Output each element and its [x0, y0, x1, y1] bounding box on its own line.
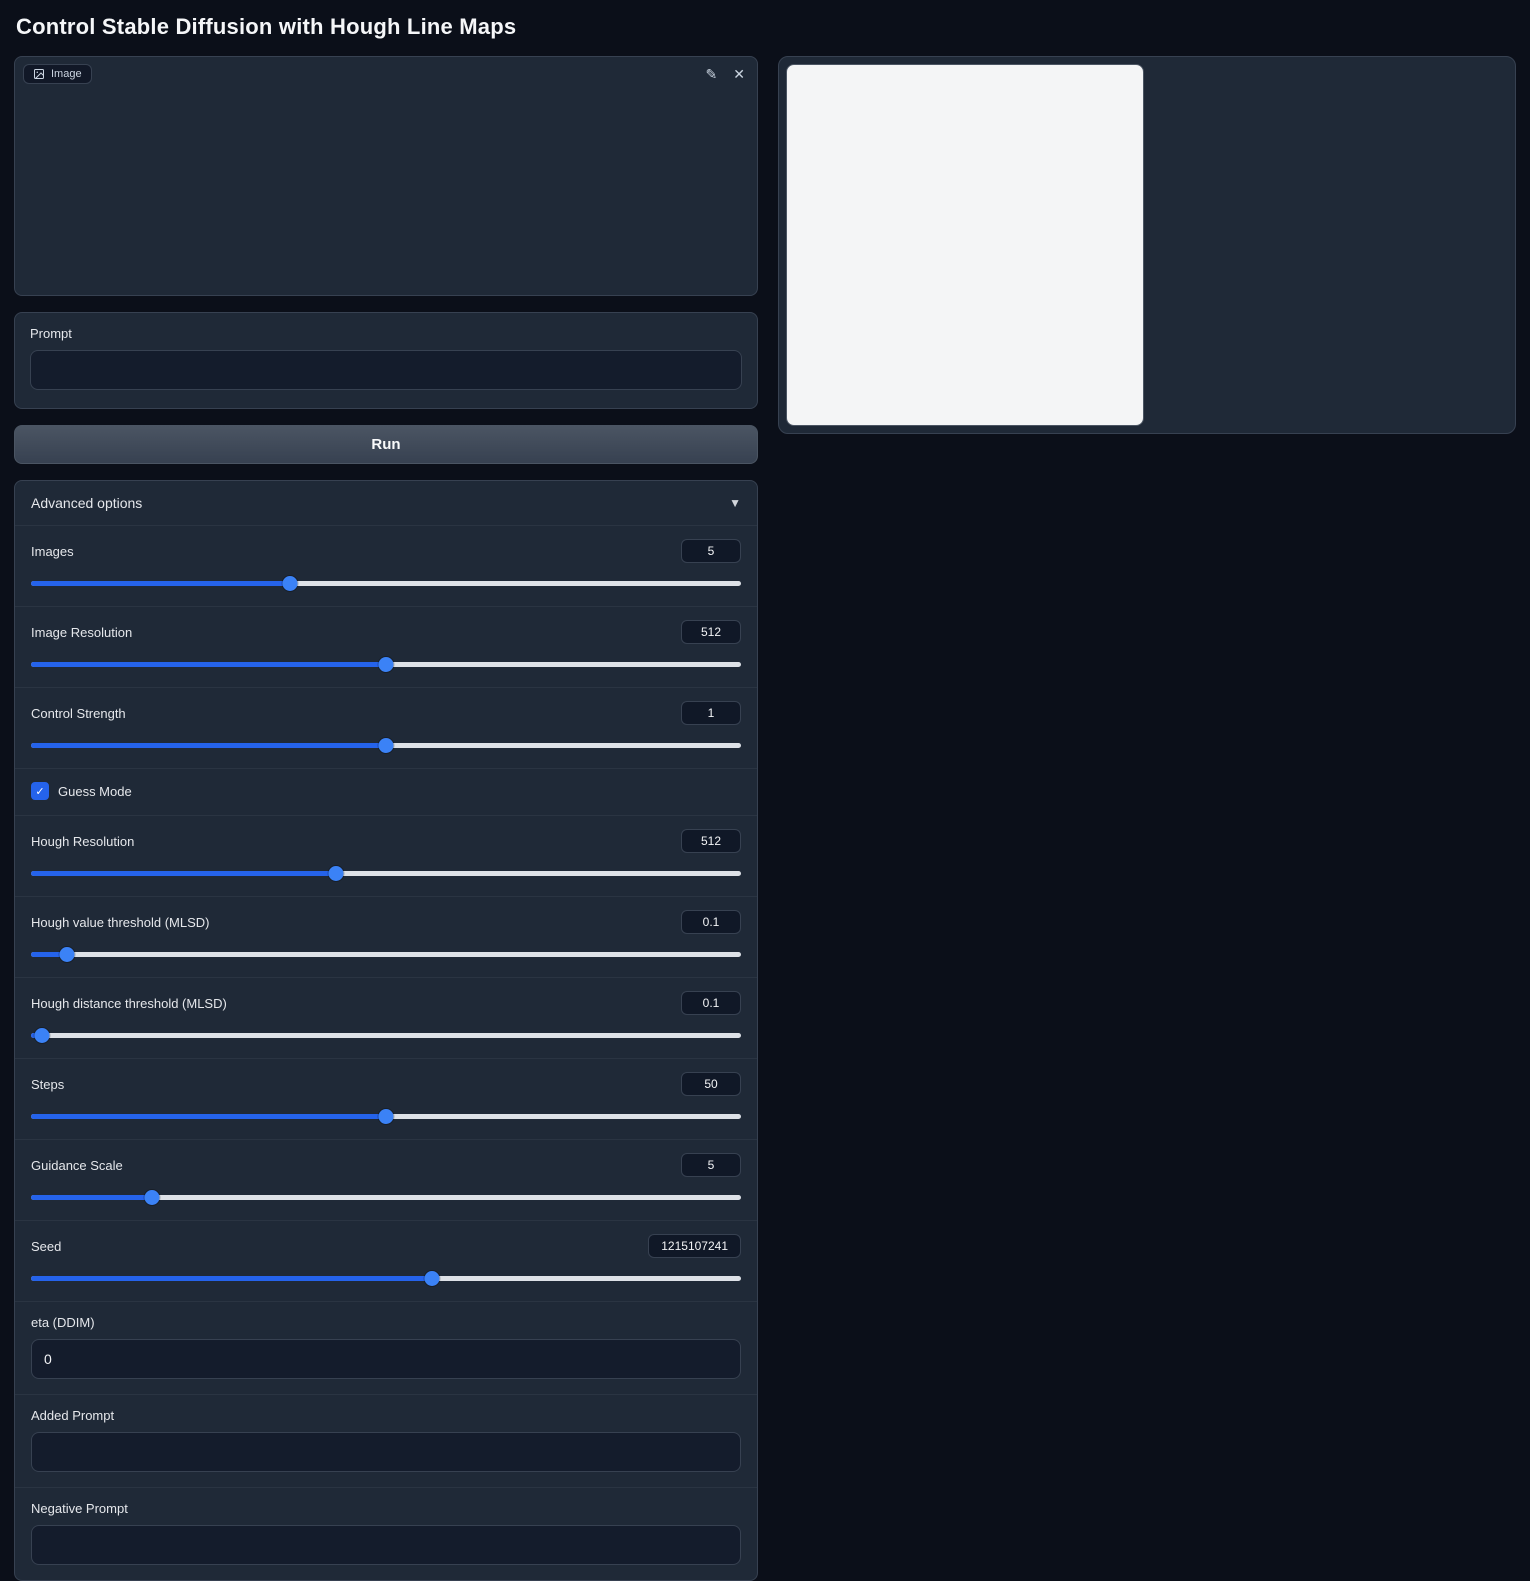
input-image[interactable] [312, 63, 461, 289]
slider-label: Hough Resolution [31, 834, 134, 849]
eta-ddim-input[interactable] [31, 1339, 741, 1379]
slider-track[interactable] [31, 947, 741, 962]
page-title: Control Stable Diffusion with Hough Line… [0, 0, 1530, 56]
slider-label: Images [31, 544, 74, 559]
added-prompt-input[interactable] [31, 1432, 741, 1472]
text-field-negative-prompt: Negative Prompt [15, 1487, 757, 1580]
slider-row-control-strength: Control Strength 1 [15, 687, 757, 768]
text-field-added-prompt: Added Prompt [15, 1394, 757, 1487]
slider-handle[interactable] [144, 1190, 159, 1205]
slider-handle[interactable] [379, 1109, 394, 1124]
field-label: Negative Prompt [31, 1501, 741, 1516]
edit-image-button[interactable]: ✎ [704, 65, 720, 83]
advanced-options-body: Images 5 Image Resolution 512 Control Streng… [15, 525, 757, 1580]
slider-value-box[interactable]: 1 [681, 701, 741, 725]
field-label: Added Prompt [31, 1408, 741, 1423]
slider-label: Control Strength [31, 706, 126, 721]
prompt-panel: Prompt [14, 312, 758, 409]
gallery-item-hough-line-map[interactable] [786, 64, 1144, 426]
slider-value-box[interactable]: 5 [681, 1153, 741, 1177]
field-label: eta (DDIM) [31, 1315, 741, 1330]
controls-column: Image ✎ ✕ Prompt Run Advanced options ▼ … [14, 56, 758, 1581]
slider-track[interactable] [31, 576, 741, 591]
main-layout: Image ✎ ✕ Prompt Run Advanced options ▼ … [0, 56, 1530, 1581]
slider-label: Steps [31, 1077, 64, 1092]
slider-label: Seed [31, 1239, 61, 1254]
slider-label: Image Resolution [31, 625, 132, 640]
results-column [778, 56, 1516, 434]
slider-handle[interactable] [425, 1271, 440, 1286]
image-label-badge: Image [23, 64, 92, 84]
slider-value-box[interactable]: 512 [681, 829, 741, 853]
checkbox-label: Guess Mode [58, 784, 132, 799]
prompt-input[interactable] [30, 350, 742, 390]
slider-track[interactable] [31, 1271, 741, 1286]
slider-handle[interactable] [283, 576, 298, 591]
chevron-down-icon: ▼ [729, 496, 741, 510]
slider-handle[interactable] [59, 947, 74, 962]
slider-row-hough-resolution: Hough Resolution 512 [15, 815, 757, 896]
slider-row-hough-distance-threshold-mlsd: Hough distance threshold (MLSD) 0.1 [15, 977, 757, 1058]
slider-value-box[interactable]: 0.1 [681, 910, 741, 934]
slider-label: Guidance Scale [31, 1158, 123, 1173]
image-label: Image [51, 68, 82, 80]
gallery-image [850, 72, 1079, 419]
image-panel-actions: ✎ ✕ [704, 65, 747, 83]
slider-label: Hough value threshold (MLSD) [31, 915, 209, 930]
advanced-options-header[interactable]: Advanced options ▼ [15, 481, 757, 525]
prompt-label: Prompt [30, 326, 742, 341]
slider-handle[interactable] [34, 1028, 49, 1043]
checkbox-guess-mode[interactable]: ✓ Guess Mode [15, 768, 757, 815]
slider-row-hough-value-threshold-mlsd: Hough value threshold (MLSD) 0.1 [15, 896, 757, 977]
slider-value-box[interactable]: 1215107241 [648, 1234, 741, 1258]
slider-track[interactable] [31, 1028, 741, 1043]
slider-handle[interactable] [329, 866, 344, 881]
image-icon [33, 68, 45, 80]
slider-handle[interactable] [379, 657, 394, 672]
result-gallery [778, 56, 1516, 434]
slider-track[interactable] [31, 1109, 741, 1124]
slider-row-seed: Seed 1215107241 [15, 1220, 757, 1301]
slider-row-steps: Steps 50 [15, 1058, 757, 1139]
advanced-options-panel: Advanced options ▼ Images 5 Image Resoluti… [14, 480, 758, 1581]
slider-track[interactable] [31, 1190, 741, 1205]
clear-image-button[interactable]: ✕ [731, 65, 747, 83]
slider-value-box[interactable]: 5 [681, 539, 741, 563]
checkbox-icon: ✓ [31, 782, 49, 800]
slider-row-image-resolution: Image Resolution 512 [15, 606, 757, 687]
number-field-eta-ddim: eta (DDIM) [15, 1301, 757, 1394]
slider-track[interactable] [31, 657, 741, 672]
slider-track[interactable] [31, 866, 741, 881]
advanced-options-label: Advanced options [31, 495, 142, 511]
negative-prompt-input[interactable] [31, 1525, 741, 1565]
image-upload-panel[interactable]: Image ✎ ✕ [14, 56, 758, 296]
slider-handle[interactable] [379, 738, 394, 753]
slider-row-guidance-scale: Guidance Scale 5 [15, 1139, 757, 1220]
run-button[interactable]: Run [14, 425, 758, 464]
slider-label: Hough distance threshold (MLSD) [31, 996, 227, 1011]
slider-value-box[interactable]: 0.1 [681, 991, 741, 1015]
slider-value-box[interactable]: 50 [681, 1072, 741, 1096]
slider-track[interactable] [31, 738, 741, 753]
slider-row-images: Images 5 [15, 525, 757, 606]
slider-value-box[interactable]: 512 [681, 620, 741, 644]
